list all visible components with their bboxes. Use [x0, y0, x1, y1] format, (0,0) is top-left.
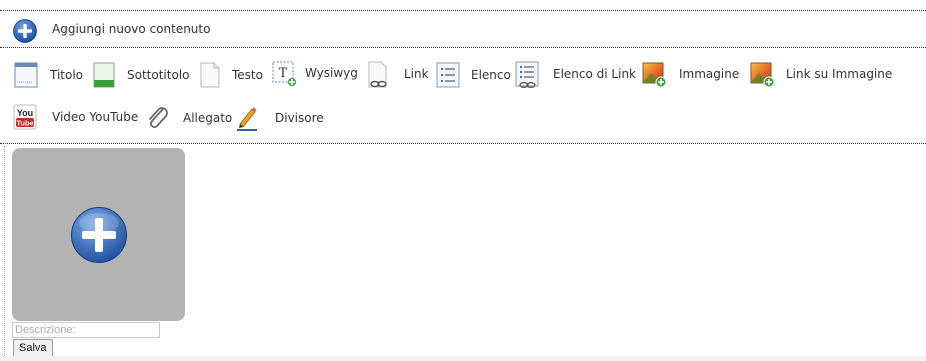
- tool-label: Allegato: [183, 111, 233, 125]
- svg-text:You: You: [17, 108, 33, 118]
- tool-sottotitolo[interactable]: Sottotitolo: [92, 62, 189, 88]
- tool-label: Immagine: [679, 67, 740, 81]
- tool-testo[interactable]: Testo: [198, 62, 263, 88]
- link-document-icon: [366, 61, 390, 88]
- add-circle-icon[interactable]: [13, 19, 37, 46]
- tool-label: Titolo: [50, 68, 84, 82]
- add-image-plus-icon[interactable]: [70, 206, 128, 267]
- tool-label: Divisore: [275, 111, 324, 125]
- svg-text:T: T: [279, 66, 288, 81]
- tool-allegato[interactable]: Allegato: [146, 105, 232, 131]
- tool-video-youtube[interactable]: You Tube Video YouTube: [13, 104, 138, 130]
- tool-label: Elenco di Link: [553, 67, 636, 81]
- tool-link-su-immagine[interactable]: Link su Immagine: [750, 61, 893, 88]
- header-title: Aggiungi nuovo contenuto: [52, 22, 211, 36]
- image-link-icon: [750, 61, 775, 88]
- svg-text:Tube: Tube: [16, 119, 33, 128]
- subtitle-document-icon: [92, 62, 116, 88]
- youtube-icon: You Tube: [13, 104, 37, 130]
- tool-label: Link: [404, 67, 429, 81]
- tool-label: Elenco: [471, 68, 511, 82]
- list-icon: [436, 62, 460, 88]
- image-upload-area[interactable]: [12, 148, 185, 321]
- paperclip-icon: [146, 105, 170, 131]
- content-type-toolbar: Titolo Sottotitolo Testo T Wysiwyg Link …: [0, 49, 926, 144]
- title-window-icon: [14, 62, 38, 88]
- link-list-icon: [515, 61, 539, 88]
- left-border: [4, 146, 5, 356]
- tool-label: Testo: [232, 68, 263, 82]
- tool-wysiwyg[interactable]: T Wysiwyg: [271, 60, 358, 86]
- bottom-strip: [0, 356, 926, 361]
- tool-titolo[interactable]: Titolo: [14, 62, 83, 88]
- text-document-icon: [198, 62, 222, 88]
- tool-label: Video YouTube: [52, 110, 139, 124]
- tool-divisore[interactable]: Divisore: [235, 105, 324, 131]
- tool-label: Link su Immagine: [786, 67, 893, 81]
- add-image-icon: [642, 61, 667, 88]
- tool-immagine[interactable]: Immagine: [642, 61, 740, 88]
- text-edit-icon: T: [271, 60, 296, 86]
- tool-label: Wysiwyg: [305, 66, 358, 80]
- pencil-icon: [235, 105, 259, 131]
- tool-link[interactable]: Link: [366, 61, 429, 88]
- add-content-header: Aggiungi nuovo contenuto: [0, 10, 926, 48]
- description-input[interactable]: [12, 322, 160, 338]
- tool-elenco[interactable]: Elenco: [436, 62, 511, 88]
- tool-elenco-di-link[interactable]: Elenco di Link: [515, 61, 636, 88]
- tool-label: Sottotitolo: [127, 68, 190, 82]
